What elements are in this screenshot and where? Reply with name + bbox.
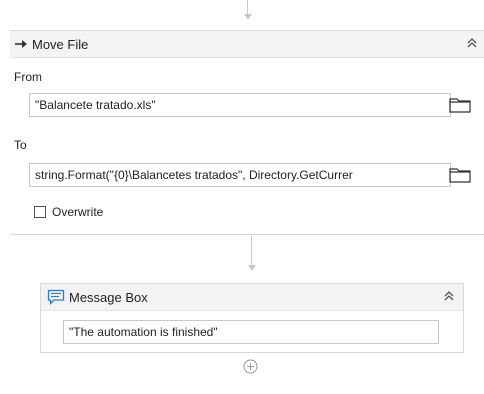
add-activity-icon[interactable] xyxy=(243,359,258,377)
from-folder-icon[interactable] xyxy=(447,93,473,117)
move-file-title: Move File xyxy=(32,37,89,52)
top-connector-arrow xyxy=(244,14,252,20)
move-file-header[interactable]: Move File xyxy=(10,30,484,58)
middle-connector-line xyxy=(251,236,252,265)
to-field[interactable]: string.Format("{0}\Balancetes tratados",… xyxy=(29,163,451,187)
overwrite-checkbox[interactable] xyxy=(34,206,46,218)
collapse-icon[interactable] xyxy=(466,36,478,53)
to-folder-icon[interactable] xyxy=(447,163,473,187)
overwrite-label: Overwrite xyxy=(52,205,104,219)
from-label: From xyxy=(14,70,42,84)
from-field[interactable]: "Balancete tratado.xls" xyxy=(29,93,451,117)
middle-connector-arrow xyxy=(248,265,256,271)
move-file-activity[interactable]: Move File From "Balancete tratado.xls" T… xyxy=(10,30,484,235)
message-box-header[interactable]: Message Box xyxy=(41,284,463,311)
message-box-title: Message Box xyxy=(69,290,148,305)
collapse-icon[interactable] xyxy=(443,289,455,306)
top-connector-line xyxy=(247,0,248,14)
message-icon xyxy=(47,289,65,308)
move-arrow-icon xyxy=(14,38,28,52)
message-text-field[interactable]: "The automation is finished" xyxy=(63,320,439,344)
to-label: To xyxy=(14,138,27,152)
message-box-activity[interactable]: Message Box "The automation is finished" xyxy=(40,283,464,353)
